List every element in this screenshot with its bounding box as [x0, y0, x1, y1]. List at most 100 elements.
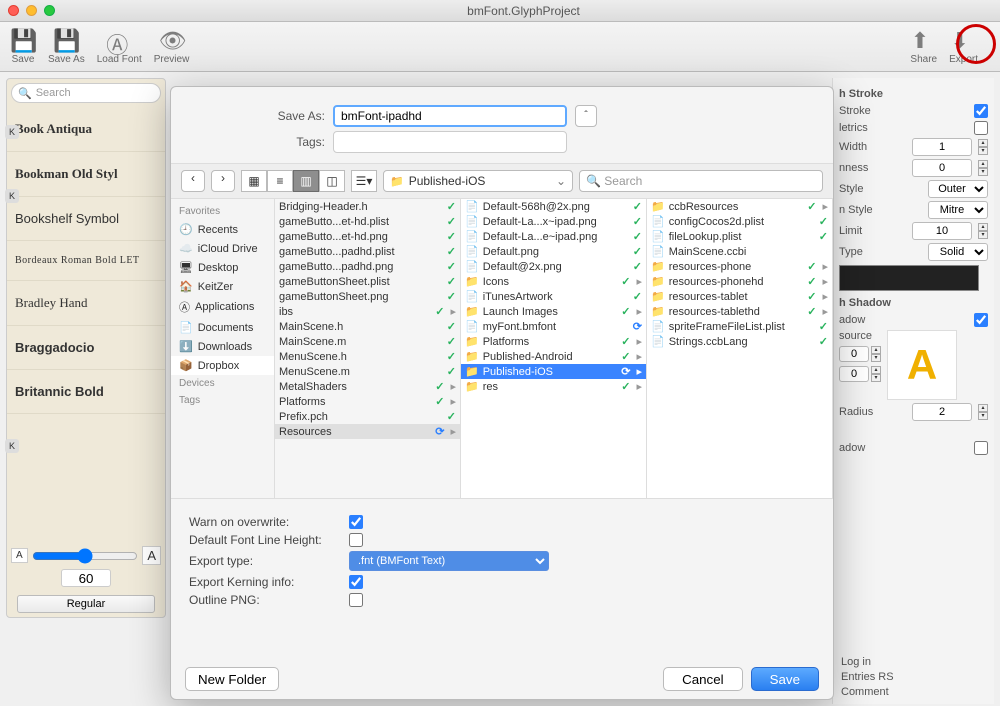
export-type-select[interactable]: .fnt (BMFont Text) [349, 551, 549, 571]
view-list-button[interactable]: ≡ [267, 170, 293, 192]
shadow-y-field[interactable] [839, 366, 869, 382]
column-2: Default-568h@2x.png✓ Default-La...x~ipad… [461, 199, 647, 498]
window-traffic-lights [8, 5, 55, 16]
shadow-x-field[interactable] [839, 346, 869, 362]
metrics-toggle[interactable] [974, 121, 988, 135]
collapse-dialog-button[interactable]: ˆ [575, 105, 597, 127]
stepper-up[interactable]: ▴ [978, 139, 988, 147]
export-kerning-toggle[interactable] [349, 575, 363, 589]
file-browser: Favorites 🕘 Recents ☁️ iCloud Drive 🖥 De… [171, 199, 833, 499]
new-folder-button[interactable]: New Folder [185, 667, 279, 691]
font-badge: K [5, 189, 19, 203]
stepper-down[interactable]: ▾ [978, 147, 988, 155]
search-icon: 🔍 [18, 87, 32, 100]
export-options: Warn on overwrite: Default Font Line Hei… [171, 499, 833, 623]
font-list-item[interactable]: Bordeaux Roman Bold LET [7, 241, 165, 281]
stroke-color-swatch[interactable] [839, 265, 979, 291]
sidebar: Favorites 🕘 Recents ☁️ iCloud Drive 🖥 De… [171, 199, 275, 498]
font-search-input[interactable]: 🔍Search [11, 83, 161, 103]
sidebar-downloads[interactable]: ⬇️ Downloads [171, 337, 274, 356]
view-mode-segmented: ▦ ≡ ▥ ◫ [241, 170, 345, 192]
stroke-width-field[interactable] [912, 138, 972, 156]
section-stroke: h Stroke [839, 88, 988, 100]
outline-png-toggle[interactable] [349, 593, 363, 607]
font-size-slider-area: A A [11, 546, 161, 587]
minimize-window-button[interactable] [26, 5, 37, 16]
join-style-select[interactable]: Mitre [928, 201, 988, 219]
sidebar-icloud[interactable]: ☁️ iCloud Drive [171, 239, 274, 258]
font-list-item[interactable]: Bookman Old Styl [7, 152, 165, 197]
chevron-updown-icon: ⌄ [556, 174, 566, 188]
save-dialog: Save As: ˆ Tags: ‹ › ▦ ≡ ▥ ◫ ☰▾ Publishe… [170, 86, 834, 700]
nav-back-button[interactable]: ‹ [181, 170, 205, 192]
selected-row[interactable]: Published-iOS⟳▸ [461, 364, 646, 379]
toolbar-preview[interactable]: 👁Preview [154, 28, 190, 65]
tags-label: Tags: [189, 135, 325, 149]
file-search-input[interactable]: 🔍 Search [579, 170, 823, 192]
font-list-item[interactable]: Bookshelf Symbol [7, 197, 165, 241]
font-badge: K [5, 125, 19, 139]
sidebar-applications[interactable]: Ⓐ Applications [171, 296, 274, 318]
stroke-toggle[interactable] [974, 104, 988, 118]
tags-field[interactable] [333, 131, 567, 153]
toolbar-save[interactable]: 💾Save [10, 28, 36, 65]
save-as-icon: 💾 [53, 28, 79, 54]
location-popup[interactable]: Published-iOS ⌄ [383, 170, 573, 192]
size-preview-large: A [142, 546, 161, 565]
save-button[interactable]: Save [751, 667, 819, 691]
export-icon: ⬇︎ [951, 28, 977, 54]
group-by-button[interactable]: ☰▾ [351, 170, 377, 192]
font-style-button[interactable]: Regular [17, 595, 155, 613]
font-badge: K [5, 439, 19, 453]
preview-icon: 👁 [159, 28, 185, 54]
close-window-button[interactable] [8, 5, 19, 16]
sidebar-dropbox[interactable]: 📦 Dropbox [171, 356, 274, 375]
section-shadow: h Shadow [839, 297, 988, 309]
size-preview-small: A [11, 548, 28, 563]
save-icon: 💾 [10, 28, 36, 54]
load-font-icon: Ⓐ [106, 28, 132, 54]
titlebar: bmFont.GlyphProject [0, 0, 1000, 22]
font-list-item[interactable]: Bradley Hand [7, 281, 165, 326]
toolbar-export[interactable]: ⬇︎Export [949, 28, 978, 65]
toolbar-save-as[interactable]: 💾Save As [48, 28, 85, 65]
folder-icon [390, 174, 404, 188]
limit-field[interactable] [912, 222, 972, 240]
view-icon-button[interactable]: ▦ [241, 170, 267, 192]
view-columns-button[interactable]: ▥ [293, 170, 319, 192]
save-as-field[interactable] [333, 105, 567, 127]
sidebar-home[interactable]: 🏠 KeitZer [171, 277, 274, 296]
nness-field[interactable] [912, 159, 972, 177]
sidebar-documents[interactable]: 📄 Documents [171, 318, 274, 337]
nav-forward-button[interactable]: › [211, 170, 235, 192]
view-gallery-button[interactable]: ◫ [319, 170, 345, 192]
fill-type-select[interactable]: Solid [928, 243, 988, 261]
stroke-style-select[interactable]: Outer [928, 180, 988, 198]
inner-shadow-toggle[interactable] [974, 441, 988, 455]
file-browser-toolbar: ‹ › ▦ ≡ ▥ ◫ ☰▾ Published-iOS ⌄ 🔍 Search [171, 163, 833, 199]
dialog-footer: New Folder Cancel Save [171, 667, 833, 691]
toolbar-load-font[interactable]: ⒶLoad Font [97, 28, 142, 65]
font-list-item[interactable]: Book Antiqua [7, 107, 165, 152]
main-toolbar: 💾Save 💾Save As ⒶLoad Font 👁Preview ⬆︎Sha… [0, 22, 1000, 72]
shadow-radius-field[interactable] [912, 403, 972, 421]
default-line-height-toggle[interactable] [349, 533, 363, 547]
share-icon: ⬆︎ [911, 28, 937, 54]
toolbar-share[interactable]: ⬆︎Share [910, 28, 937, 65]
cancel-button[interactable]: Cancel [663, 667, 743, 691]
zoom-window-button[interactable] [44, 5, 55, 16]
sidebar-desktop[interactable]: 🖥 Desktop [171, 258, 274, 277]
inspector-panel: h Stroke Stroke letrics Width▴▾ nness▴▾ … [832, 78, 994, 704]
warn-overwrite-toggle[interactable] [349, 515, 363, 529]
shadow-toggle[interactable] [974, 313, 988, 327]
column-1: Bridging-Header.h✓ gameButto...et-hd.pli… [275, 199, 461, 498]
font-size-field[interactable] [61, 569, 111, 587]
font-list-item[interactable]: Braggadocio [7, 326, 165, 370]
window-title: bmFont.GlyphProject [55, 4, 992, 18]
font-list-item[interactable]: Britannic Bold [7, 370, 165, 414]
save-as-label: Save As: [189, 109, 325, 123]
font-size-slider[interactable] [32, 548, 139, 564]
sidebar-recents[interactable]: 🕘 Recents [171, 220, 274, 239]
font-list-panel: 🔍Search K Book Antiqua K Bookman Old Sty… [6, 78, 166, 618]
shadow-preview: A [887, 330, 957, 400]
